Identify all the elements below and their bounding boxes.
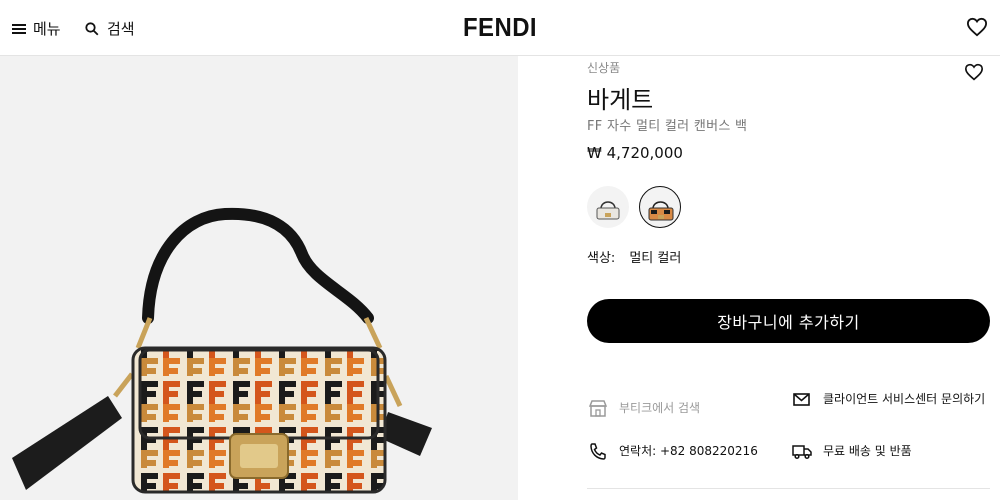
bag-thumbnail-icon (648, 201, 674, 221)
color-value: 멀티 컬러 (629, 251, 682, 266)
client-service-label: 클라이언트 서비스센터 문의하기 (823, 392, 986, 406)
phone-icon (590, 443, 606, 460)
baguette-bag-image (12, 207, 432, 494)
bag-thumbnail-icon (596, 201, 620, 220)
product-image[interactable] (0, 56, 518, 500)
truck-icon (792, 445, 812, 460)
shipping-returns-link[interactable]: 무료 배송 및 반품 (791, 442, 912, 460)
add-to-cart-button[interactable]: 장바구니에 추가하기 (587, 299, 990, 343)
client-service-link[interactable]: 클라이언트 서비스센터 문의하기 (791, 391, 990, 409)
shipping-returns-label: 무료 배송 및 반품 (823, 444, 912, 458)
store-icon (588, 400, 608, 417)
color-swatch-multicolor[interactable] (639, 186, 681, 228)
product-title: 바게트 (587, 86, 654, 114)
phone-contact-link[interactable]: 연락처: +82 808220216 (587, 442, 758, 460)
product-subtitle: FF 자수 멀티 컬러 캔버스 백 (587, 119, 748, 134)
mail-icon (793, 393, 810, 406)
product-price: ₩ 4,720,000 (587, 144, 683, 162)
product-heart-icon[interactable] (964, 63, 984, 81)
find-in-boutique-label: 부티크에서 검색 (619, 401, 701, 415)
color-swatch-white[interactable] (587, 186, 629, 228)
fendi-logo[interactable]: FENDI (40, 12, 960, 43)
color-row: 색상: 멀티 컬러 (587, 247, 681, 266)
phone-contact-label: 연락처: +82 808220216 (619, 444, 758, 458)
find-in-boutique-link[interactable]: 부티크에서 검색 (587, 399, 700, 417)
wishlist-heart-icon[interactable] (966, 17, 988, 37)
color-label: 색상: (587, 251, 616, 266)
menu-icon (12, 23, 26, 34)
divider (587, 488, 990, 489)
new-badge: 신상품 (587, 61, 621, 75)
top-header: 메뉴 검색 FENDI (0, 0, 1000, 56)
